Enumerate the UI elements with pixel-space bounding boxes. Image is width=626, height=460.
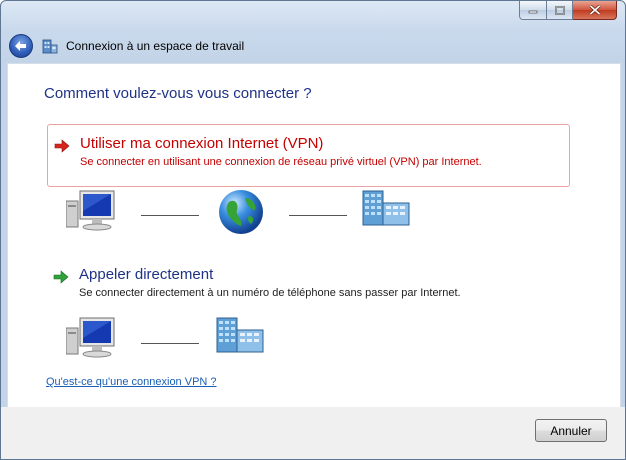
title-bar bbox=[1, 1, 625, 31]
footer-bar: Annuler bbox=[1, 407, 625, 459]
navigation-bar: Connexion à un espace de travail bbox=[1, 29, 625, 63]
connection-line bbox=[141, 343, 199, 344]
minimize-icon bbox=[528, 10, 538, 14]
server-building-icon bbox=[362, 190, 410, 226]
cancel-button[interactable]: Annuler bbox=[535, 419, 607, 442]
server-building-icon bbox=[216, 317, 264, 353]
globe-icon bbox=[219, 190, 263, 234]
green-arrow-icon bbox=[53, 270, 69, 284]
back-arrow-icon bbox=[15, 41, 26, 51]
window-title: Connexion à un espace de travail bbox=[66, 39, 245, 53]
connection-line bbox=[289, 215, 347, 216]
option-use-vpn[interactable]: Utiliser ma connexion Internet (VPN) Se … bbox=[47, 124, 570, 187]
maximize-icon bbox=[554, 5, 565, 15]
connection-line bbox=[141, 215, 199, 216]
maximize-button[interactable] bbox=[547, 1, 573, 20]
close-button[interactable] bbox=[573, 1, 617, 20]
minimize-button[interactable] bbox=[519, 1, 547, 20]
option-vpn-description: Se connecter en utilisant une connexion … bbox=[80, 156, 482, 168]
window-controls bbox=[519, 1, 617, 21]
vpn-help-link[interactable]: Qu'est-ce qu'une connexion VPN ? bbox=[46, 376, 217, 388]
close-icon bbox=[589, 5, 600, 15]
red-arrow-icon bbox=[54, 139, 70, 153]
workplace-network-icon bbox=[42, 39, 58, 54]
back-button[interactable] bbox=[9, 34, 33, 58]
computer-icon bbox=[66, 317, 115, 358]
dialog-window: Connexion à un espace de travail Comment… bbox=[0, 0, 626, 460]
option-dial-description: Se connecter directement à un numéro de … bbox=[79, 287, 461, 299]
option-dial-title: Appeler directement bbox=[79, 266, 214, 283]
computer-icon bbox=[66, 190, 115, 231]
option-dial-directly[interactable]: Appeler directement Se connecter directe… bbox=[47, 256, 568, 301]
option-vpn-title: Utiliser ma connexion Internet (VPN) bbox=[80, 135, 324, 152]
content-panel: Comment voulez-vous vous connecter ? Uti… bbox=[7, 63, 621, 409]
page-heading: Comment voulez-vous vous connecter ? bbox=[44, 85, 312, 102]
